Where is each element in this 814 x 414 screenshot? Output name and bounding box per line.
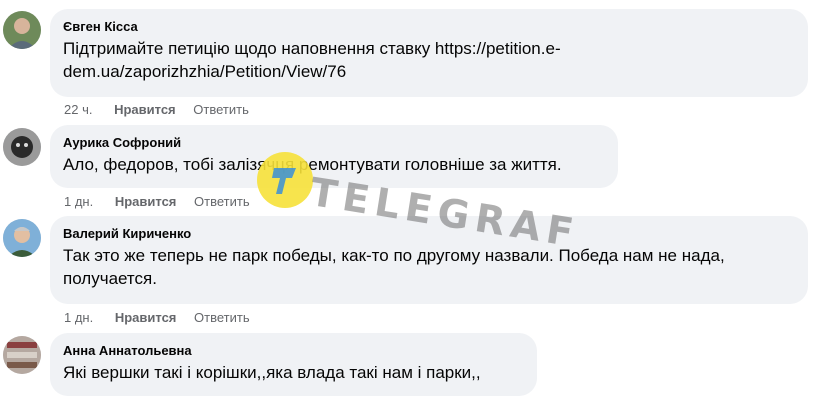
- comment-time[interactable]: 1 дн.: [64, 194, 93, 209]
- like-button[interactable]: Нравится: [115, 310, 177, 325]
- reply-button[interactable]: Ответить: [194, 310, 250, 325]
- avatar[interactable]: [3, 219, 41, 257]
- comment-author[interactable]: Євген Кісса: [63, 18, 795, 35]
- comment-bubble: Анна Аннатольевна Які вершки такі і корі…: [50, 333, 537, 396]
- comment-actions: 1 дн. Нравится Ответить: [64, 310, 264, 325]
- comment-bubble: Аурика Софроний Ало, федоров, тобі заліз…: [50, 125, 618, 188]
- like-button[interactable]: Нравится: [114, 102, 176, 117]
- comment-text: Які вершки такі і корішки,,яка влада так…: [63, 363, 481, 382]
- avatar[interactable]: [3, 336, 41, 374]
- comment-actions: 1 дн. Нравится Ответить: [64, 194, 264, 209]
- comment-time[interactable]: 22 ч.: [64, 102, 92, 117]
- comment-author[interactable]: Валерий Кириченко: [63, 225, 795, 242]
- comment-time[interactable]: 1 дн.: [64, 310, 93, 325]
- reply-button[interactable]: Ответить: [193, 102, 249, 117]
- avatar[interactable]: [3, 11, 41, 49]
- comment-text: Підтримайте петицію щодо наповнення став…: [63, 39, 561, 81]
- like-button[interactable]: Нравится: [115, 194, 177, 209]
- comment-actions: 22 ч. Нравится Ответить: [64, 102, 263, 117]
- comment-bubble: Валерий Кириченко Так это же теперь не п…: [50, 216, 808, 304]
- comment-text: Ало, федоров, тобі залізячця ремонтувати…: [63, 155, 562, 174]
- comment-bubble: Євген Кісса Підтримайте петицію щодо нап…: [50, 9, 808, 97]
- comment-author[interactable]: Анна Аннатольевна: [63, 342, 524, 359]
- avatar[interactable]: [3, 128, 41, 166]
- reply-button[interactable]: Ответить: [194, 194, 250, 209]
- comment-author[interactable]: Аурика Софроний: [63, 134, 605, 151]
- comment-text: Так это же теперь не парк победы, как-то…: [63, 246, 725, 288]
